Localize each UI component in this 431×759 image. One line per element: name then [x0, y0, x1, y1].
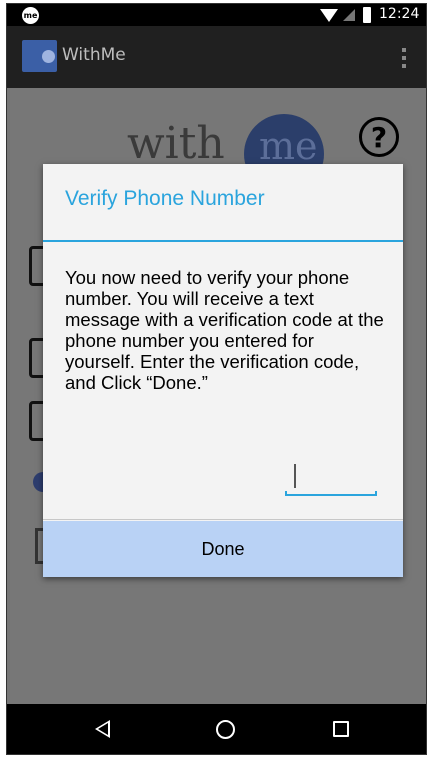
status-clock: 12:24: [379, 6, 420, 22]
recent-apps-icon[interactable]: [333, 721, 349, 737]
back-icon[interactable]: [95, 720, 110, 738]
withme-logo-icon: [22, 40, 57, 72]
text-cursor: [294, 464, 296, 488]
dialog-message: You now need to verify your phone number…: [65, 267, 384, 393]
phone-screen: me 12:24 WithMe with me ? Verify Phone N…: [6, 3, 427, 755]
battery-icon: [363, 7, 371, 23]
notification-badge-icon: me: [22, 7, 39, 24]
home-icon[interactable]: [216, 720, 235, 739]
help-icon[interactable]: ?: [359, 117, 399, 157]
verify-phone-dialog: Verify Phone Number You now need to veri…: [43, 164, 403, 577]
dialog-title-divider: [43, 240, 403, 242]
wifi-icon: [320, 9, 338, 22]
dialog-button-divider: [43, 519, 403, 520]
background-logo-with: with: [127, 118, 225, 169]
done-button[interactable]: Done: [43, 521, 403, 577]
verification-code-input[interactable]: [285, 464, 377, 496]
dialog-title: Verify Phone Number: [65, 187, 265, 210]
app-title: WithMe: [62, 45, 126, 65]
overflow-menu-icon[interactable]: [401, 48, 407, 68]
app-bar: WithMe: [7, 26, 426, 88]
signal-icon: [343, 9, 355, 21]
navigation-bar: [7, 704, 426, 754]
status-bar: me 12:24: [7, 4, 426, 26]
verification-code-underline: [285, 491, 377, 496]
background-logo-me: me: [259, 124, 318, 168]
